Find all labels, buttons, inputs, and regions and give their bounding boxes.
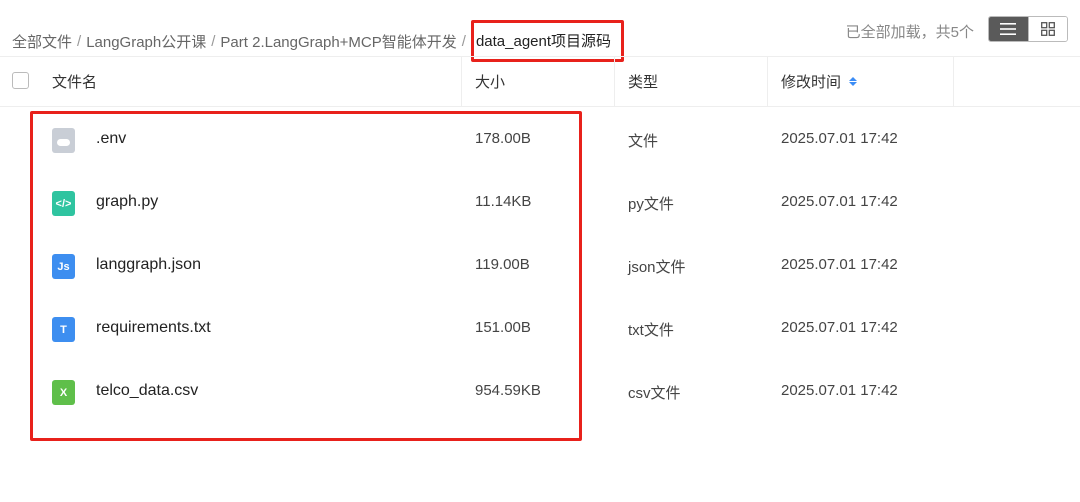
select-all-checkbox[interactable] <box>12 72 29 89</box>
table-row[interactable]: .env 178.00B 文件 2025.07.01 17:42 <box>0 108 1080 171</box>
file-type: txt文件 <box>628 322 674 339</box>
breadcrumb-item-part2[interactable]: Part 2.LangGraph+MCP智能体开发 <box>220 31 456 52</box>
file-modified-time: 2025.07.01 17:42 <box>781 319 898 336</box>
table-row[interactable]: X telco_data.csv 954.59KB csv文件 2025.07.… <box>0 360 1080 423</box>
column-divider <box>461 57 462 106</box>
view-mode-toggle <box>988 16 1068 42</box>
breadcrumb-separator: / <box>461 32 466 50</box>
file-size: 178.00B <box>475 130 531 147</box>
load-status-text: 已全部加载，共5个 <box>845 24 974 41</box>
file-name[interactable]: graph.py <box>96 193 158 211</box>
file-name[interactable]: requirements.txt <box>96 319 211 337</box>
breadcrumb-separator: / <box>77 32 82 50</box>
text-file-icon: T <box>52 317 75 342</box>
file-size: 151.00B <box>475 319 531 336</box>
file-modified-time: 2025.07.01 17:42 <box>781 130 898 147</box>
generic-file-icon <box>52 128 75 153</box>
js-file-icon: Js <box>52 254 75 279</box>
file-name[interactable]: .env <box>96 130 126 148</box>
breadcrumb-item-langgraph-course[interactable]: LangGraph公开课 <box>86 31 206 52</box>
file-size: 11.14KB <box>475 193 532 210</box>
breadcrumb-item-all-files[interactable]: 全部文件 <box>12 31 72 52</box>
grid-view-button[interactable] <box>1027 17 1067 41</box>
list-view-button[interactable] <box>989 17 1028 41</box>
file-name[interactable]: telco_data.csv <box>96 382 198 400</box>
list-view-icon <box>1000 23 1017 35</box>
column-divider <box>767 57 768 106</box>
file-modified-time: 2025.07.01 17:42 <box>781 256 898 273</box>
file-type: csv文件 <box>628 385 681 402</box>
column-divider <box>953 57 954 106</box>
breadcrumb-separator: / <box>211 32 216 50</box>
table-row[interactable]: </> graph.py 11.14KB py文件 2025.07.01 17:… <box>0 171 1080 234</box>
spreadsheet-file-icon: X <box>52 380 75 405</box>
column-header-modified: 修改时间 <box>781 74 842 91</box>
file-size: 954.59KB <box>475 382 541 399</box>
file-type: py文件 <box>628 196 674 213</box>
table-header: 文件名 大小 类型 修改时间 <box>0 56 1080 107</box>
column-divider <box>614 57 615 106</box>
file-type: 文件 <box>628 133 659 150</box>
column-header-size[interactable]: 大小 <box>475 57 505 106</box>
file-modified-time: 2025.07.01 17:42 <box>781 193 898 210</box>
table-row[interactable]: T requirements.txt 151.00B txt文件 2025.07… <box>0 297 1080 360</box>
file-name[interactable]: langgraph.json <box>96 256 201 274</box>
cloud-glyph <box>57 139 70 146</box>
column-header-modified-wrap[interactable]: 修改时间 <box>781 57 858 106</box>
file-modified-time: 2025.07.01 17:42 <box>781 382 898 399</box>
code-file-icon: </> <box>52 191 75 216</box>
file-size: 119.00B <box>475 256 530 273</box>
column-header-name[interactable]: 文件名 <box>52 57 97 106</box>
grid-view-icon <box>1041 22 1055 36</box>
table-row[interactable]: Js langgraph.json 119.00B json文件 2025.07… <box>0 234 1080 297</box>
sort-icon <box>849 77 858 86</box>
top-bar: 全部文件 / LangGraph公开课 / Part 2.LangGraph+M… <box>0 0 1080 62</box>
column-header-type[interactable]: 类型 <box>628 57 658 106</box>
file-type: json文件 <box>628 259 686 276</box>
